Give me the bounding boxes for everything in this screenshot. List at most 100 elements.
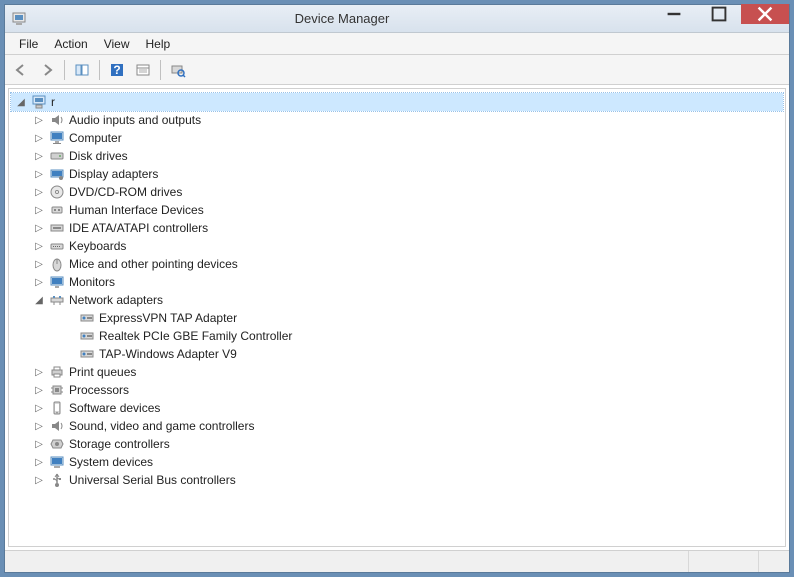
tree-root[interactable]: ◢ r <box>11 93 783 111</box>
scan-hardware-button[interactable] <box>166 58 190 82</box>
tree-node-label: DVD/CD-ROM drives <box>69 185 182 199</box>
expand-icon[interactable]: ▷ <box>33 150 45 162</box>
expand-icon[interactable]: ▷ <box>33 474 45 486</box>
tree-node-label: Storage controllers <box>69 437 170 451</box>
tree-node-processors[interactable]: ▷ Processors <box>11 381 783 399</box>
tree-node-label: Universal Serial Bus controllers <box>69 473 236 487</box>
sound-icon <box>49 418 65 434</box>
computer-icon <box>31 94 47 110</box>
titlebar[interactable]: Device Manager <box>5 5 789 33</box>
toolbar-separator <box>99 60 100 80</box>
help-button[interactable]: ? <box>105 58 129 82</box>
tree-node-label: Monitors <box>69 275 115 289</box>
expand-icon[interactable]: ▷ <box>33 276 45 288</box>
back-button[interactable] <box>9 58 33 82</box>
tree-node-label: Mice and other pointing devices <box>69 257 238 271</box>
collapse-icon[interactable]: ◢ <box>15 96 27 108</box>
tree-node-label: Processors <box>69 383 129 397</box>
expand-icon[interactable]: ▷ <box>33 384 45 396</box>
tree-node-net-realtek[interactable]: ▷ Realtek PCIe GBE Family Controller <box>11 327 783 345</box>
device-manager-window: Device Manager File Action View Help ? ◢… <box>4 4 790 573</box>
toolbar-separator <box>64 60 65 80</box>
expand-icon[interactable]: ▷ <box>33 366 45 378</box>
tree-node-network[interactable]: ◢ Network adapters <box>11 291 783 309</box>
tree-node-hid[interactable]: ▷ Human Interface Devices <box>11 201 783 219</box>
status-cell <box>5 551 689 572</box>
menu-file[interactable]: File <box>11 35 46 53</box>
window-buttons <box>651 5 789 32</box>
tree-node-net-tapwindows[interactable]: ▷ TAP-Windows Adapter V9 <box>11 345 783 363</box>
device-tree[interactable]: ◢ r ▷ Audio inputs and outputs ▷ Compute… <box>8 88 786 547</box>
tree-node-label: Display adapters <box>69 167 158 181</box>
controller-icon <box>49 220 65 236</box>
collapse-icon[interactable]: ◢ <box>33 294 45 306</box>
status-cell <box>759 551 789 572</box>
toolbar: ? <box>5 55 789 85</box>
tree-node-label: Print queues <box>69 365 136 379</box>
display-adapter-icon <box>49 166 65 182</box>
tree-root-label: r <box>51 95 55 109</box>
tree-node-label: ExpressVPN TAP Adapter <box>99 311 237 325</box>
tree-node-storage[interactable]: ▷ Storage controllers <box>11 435 783 453</box>
tree-node-computer[interactable]: ▷ Computer <box>11 129 783 147</box>
expand-icon[interactable]: ▷ <box>33 420 45 432</box>
properties-button[interactable] <box>131 58 155 82</box>
monitor-icon <box>49 274 65 290</box>
expand-icon[interactable]: ▷ <box>33 456 45 468</box>
expand-icon[interactable]: ▷ <box>33 204 45 216</box>
minimize-button[interactable] <box>651 4 696 24</box>
hid-icon <box>49 202 65 218</box>
tree-node-dvd[interactable]: ▷ DVD/CD-ROM drives <box>11 183 783 201</box>
tree-node-label: Disk drives <box>69 149 128 163</box>
tree-node-keyboards[interactable]: ▷ Keyboards <box>11 237 783 255</box>
expand-icon[interactable]: ▷ <box>33 258 45 270</box>
tree-node-label: Keyboards <box>69 239 126 253</box>
close-button[interactable] <box>741 4 789 24</box>
expand-icon[interactable]: ▷ <box>33 240 45 252</box>
tree-node-label: Realtek PCIe GBE Family Controller <box>99 329 292 343</box>
usb-icon <box>49 472 65 488</box>
menu-view[interactable]: View <box>96 35 138 53</box>
expand-icon[interactable]: ▷ <box>33 186 45 198</box>
dvd-icon <box>49 184 65 200</box>
tree-node-ide[interactable]: ▷ IDE ATA/ATAPI controllers <box>11 219 783 237</box>
expand-icon[interactable]: ▷ <box>33 168 45 180</box>
tree-node-usb[interactable]: ▷ Universal Serial Bus controllers <box>11 471 783 489</box>
expand-icon[interactable]: ▷ <box>33 402 45 414</box>
tree-node-display[interactable]: ▷ Display adapters <box>11 165 783 183</box>
system-device-icon <box>49 454 65 470</box>
tree-node-label: System devices <box>69 455 153 469</box>
expand-icon[interactable]: ▷ <box>33 132 45 144</box>
tree-node-mice[interactable]: ▷ Mice and other pointing devices <box>11 255 783 273</box>
menu-help[interactable]: Help <box>138 35 179 53</box>
expand-icon[interactable]: ▷ <box>33 114 45 126</box>
maximize-button[interactable] <box>696 4 741 24</box>
show-hide-tree-button[interactable] <box>70 58 94 82</box>
network-adapter-icon <box>79 310 95 326</box>
toolbar-separator <box>160 60 161 80</box>
tree-node-monitors[interactable]: ▷ Monitors <box>11 273 783 291</box>
tree-node-net-expressvpn[interactable]: ▷ ExpressVPN TAP Adapter <box>11 309 783 327</box>
tree-node-disk[interactable]: ▷ Disk drives <box>11 147 783 165</box>
tree-node-software[interactable]: ▷ Software devices <box>11 399 783 417</box>
storage-controller-icon <box>49 436 65 452</box>
desktop-icon <box>49 130 65 146</box>
tree-node-label: Sound, video and game controllers <box>69 419 254 433</box>
tree-node-label: Human Interface Devices <box>69 203 204 217</box>
expand-icon[interactable]: ▷ <box>33 438 45 450</box>
network-adapter-icon <box>79 328 95 344</box>
keyboard-icon <box>49 238 65 254</box>
expand-icon[interactable]: ▷ <box>33 222 45 234</box>
tree-node-print[interactable]: ▷ Print queues <box>11 363 783 381</box>
mouse-icon <box>49 256 65 272</box>
tree-node-system[interactable]: ▷ System devices <box>11 453 783 471</box>
tree-node-sound[interactable]: ▷ Sound, video and game controllers <box>11 417 783 435</box>
disk-icon <box>49 148 65 164</box>
speaker-icon <box>49 112 65 128</box>
software-icon <box>49 400 65 416</box>
menu-action[interactable]: Action <box>46 35 95 53</box>
forward-button[interactable] <box>35 58 59 82</box>
network-adapter-icon <box>79 346 95 362</box>
tree-node-audio[interactable]: ▷ Audio inputs and outputs <box>11 111 783 129</box>
tree-node-label: Computer <box>69 131 122 145</box>
